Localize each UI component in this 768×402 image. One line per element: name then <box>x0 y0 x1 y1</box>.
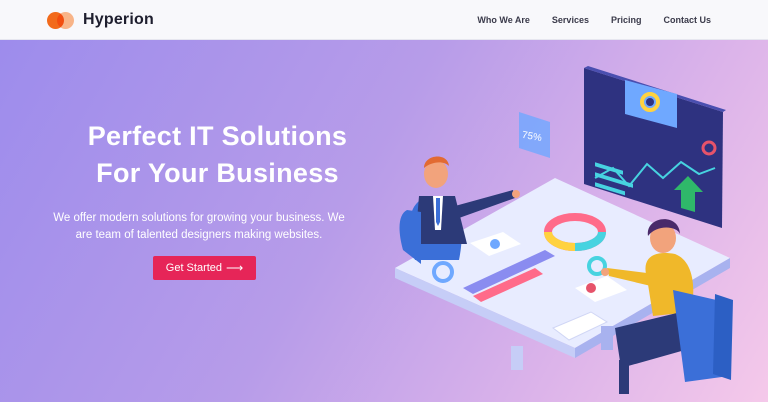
arrow-right-icon: ⟶ <box>226 261 244 275</box>
left-chair <box>399 210 421 264</box>
nav-link-who-we-are[interactable]: Who We Are <box>477 15 530 25</box>
nav-links: Who We Are Services Pricing Contact Us <box>477 0 711 40</box>
brand-name: Hyperion <box>83 11 154 28</box>
subtext-line-1: We offer modern solutions for growing yo… <box>53 212 345 224</box>
subtext-line-2: are team of talented designers making we… <box>75 229 323 241</box>
hero-headline: Perfect IT Solutions For Your Business <box>20 118 415 192</box>
hero-section: Perfect IT Solutions For Your Business W… <box>0 40 768 402</box>
gauge-card: 75% <box>519 112 550 158</box>
headline-line-2: For Your Business <box>96 158 339 188</box>
get-started-label: Get Started <box>165 262 223 274</box>
nav-link-services[interactable]: Services <box>552 15 589 25</box>
nav-link-contact-us[interactable]: Contact Us <box>663 15 711 25</box>
navbar: Hyperion Who We Are Services Pricing Con… <box>0 0 768 40</box>
logo-icon <box>47 9 77 31</box>
brand[interactable]: Hyperion <box>47 9 154 31</box>
hero-subtext: We offer modern solutions for growing yo… <box>24 210 374 244</box>
headline-line-1: Perfect IT Solutions <box>87 121 348 151</box>
business-meeting-illustration: 75% <box>395 66 733 394</box>
get-started-button[interactable]: Get Started ⟶ <box>153 256 256 280</box>
nav-link-pricing[interactable]: Pricing <box>611 15 642 25</box>
